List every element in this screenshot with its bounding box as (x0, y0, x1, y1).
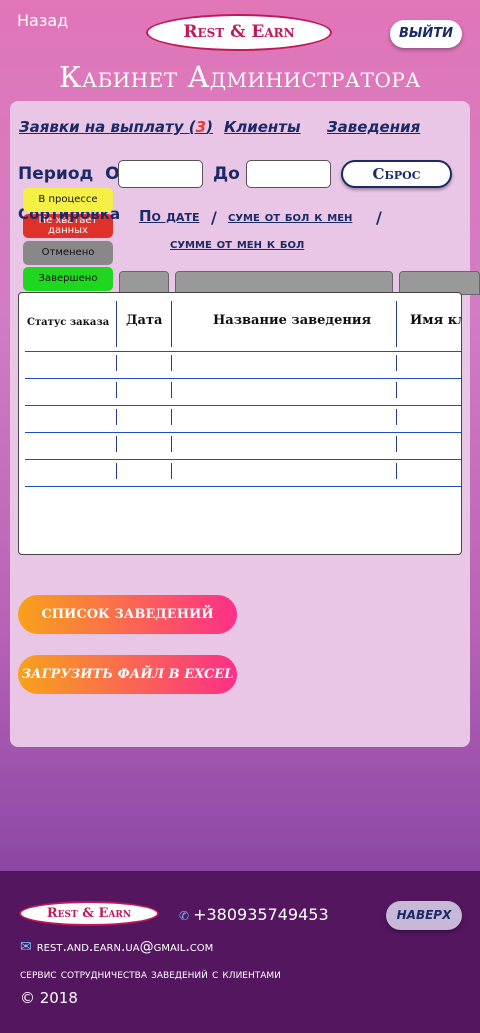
nav-payout-requests[interactable]: Заявки на выплату (3) (19, 118, 213, 136)
scroll-top-button[interactable]: НАВЕРХ (386, 901, 462, 930)
column-divider (116, 463, 117, 479)
row-divider (25, 378, 461, 379)
reset-button[interactable]: Сброс (341, 160, 452, 188)
column-divider (396, 436, 397, 452)
column-header-establishment[interactable]: Название заведения (213, 313, 371, 328)
column-divider (171, 463, 172, 479)
column-divider (396, 463, 397, 479)
column-divider (116, 436, 117, 452)
sort-by-sum-asc[interactable]: сумме от мен к бол (170, 236, 304, 252)
requests-count-open: ( (188, 118, 196, 136)
nav-establishments[interactable]: Заведения (327, 118, 420, 136)
orders-table: Статус заказа Дата Название заведения Им… (18, 292, 462, 555)
column-divider (396, 382, 397, 398)
column-divider (116, 355, 117, 371)
footer-logo[interactable]: Rest & Earn (19, 901, 159, 926)
nav-clients[interactable]: Клиенты (224, 118, 301, 136)
column-divider (116, 409, 117, 425)
copyright: © 2018 (20, 989, 78, 1007)
requests-count-close: ) (206, 118, 213, 136)
column-header-date[interactable]: Дата (126, 313, 162, 328)
row-divider (25, 351, 461, 352)
date-from-input[interactable] (118, 160, 203, 188)
page-title: Кабинет Администратора (59, 60, 421, 94)
status-cancelled[interactable]: Отменено (23, 241, 113, 265)
row-divider (25, 432, 461, 433)
sort-by-date[interactable]: По дате (139, 207, 199, 225)
establishments-list-button[interactable]: Список заведений (18, 595, 237, 634)
column-divider (171, 301, 172, 347)
row-divider (25, 405, 461, 406)
column-divider (396, 409, 397, 425)
column-divider (171, 355, 172, 371)
logout-button[interactable]: ВЫЙТИ (390, 20, 462, 48)
to-label: До (213, 164, 240, 184)
column-divider (396, 355, 397, 371)
period-label: Период От (18, 164, 129, 184)
email-contact[interactable]: ✉ rest.and.earn.ua@gmail.com (20, 939, 213, 955)
status-in-progress[interactable]: В процессе (23, 188, 113, 212)
sort-separator: / (376, 208, 382, 227)
date-to-input[interactable] (246, 160, 331, 188)
requests-count: 3 (195, 118, 207, 136)
column-divider (116, 382, 117, 398)
column-header-client[interactable]: Имя клие (410, 313, 461, 328)
sort-separator: / (211, 208, 217, 227)
row-divider (25, 486, 461, 487)
status-completed[interactable]: Завершено (23, 267, 113, 291)
logo[interactable]: Rest & Earn (146, 14, 332, 51)
mail-icon: ✉ (20, 939, 32, 955)
back-link[interactable]: Назад (17, 11, 68, 30)
column-divider (396, 301, 397, 347)
phone-contact[interactable]: ✆ +380935749453 (179, 905, 329, 924)
email-address: rest.and.earn.ua@gmail.com (36, 939, 214, 955)
column-header-status[interactable]: Статус заказа (27, 317, 109, 328)
sort-by-sum-desc[interactable]: суме от бол к мен (228, 209, 352, 225)
period-text: Период (18, 164, 94, 184)
footer-tagline: сервис сотрудничества заведений с клиент… (20, 967, 281, 982)
column-divider (171, 409, 172, 425)
phone-icon: ✆ (179, 909, 190, 923)
column-divider (171, 382, 172, 398)
nav-payout-requests-label: Заявки на выплату (19, 118, 184, 136)
row-divider (25, 459, 461, 460)
phone-number: +380935749453 (193, 905, 329, 924)
upload-excel-button[interactable]: Загрузить файл в Excel (18, 655, 237, 694)
column-divider (171, 436, 172, 452)
column-divider (116, 301, 117, 347)
